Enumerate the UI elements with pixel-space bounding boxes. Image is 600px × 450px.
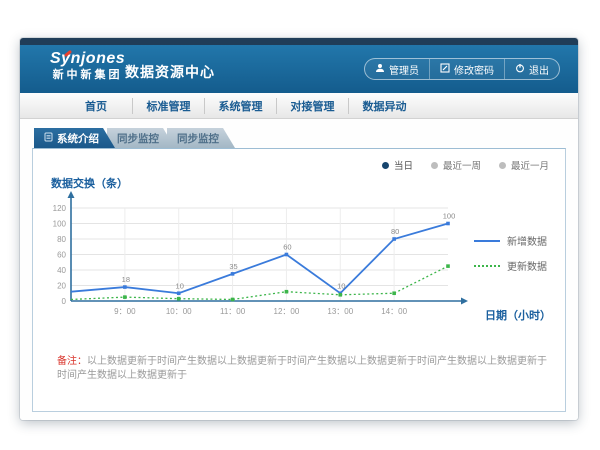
legend-line-sample — [474, 240, 500, 242]
line-chart: 0 20 40 60 80 100 120 9：00 10：00 11：00 12：00 13：00 1… — [41, 191, 491, 331]
svg-text:120: 120 — [53, 204, 67, 213]
radio-dot — [499, 162, 506, 169]
window-top-strip — [20, 38, 578, 45]
svg-text:100: 100 — [443, 212, 456, 221]
radio-dot — [382, 162, 389, 169]
range-filter-group: 当日 最近一周 最近一月 — [382, 158, 549, 172]
app-window: Synjones 新中新集团 数据资源中心 管理员修改密码退出 首页标准管理系统… — [20, 38, 578, 420]
svg-text:60: 60 — [57, 251, 66, 260]
footnote-text: 以上数据更新于时间产生数据以上数据更新于时间产生数据以上数据更新于时间产生数据以… — [57, 356, 547, 381]
logo-text-cn: 新中新集团 — [50, 69, 125, 81]
edit-icon — [440, 63, 450, 76]
svg-text:80: 80 — [57, 235, 66, 244]
svg-text:60: 60 — [283, 243, 291, 252]
user-button[interactable]: 管理员 — [365, 59, 429, 79]
chart-panel: 当日 最近一周 最近一月 数据交换（条） 0 20 40 60 80 100 120 9：00 10… — [32, 148, 566, 412]
radio-最近一周[interactable]: 最近一周 — [431, 158, 481, 172]
nav-item-首页[interactable]: 首页 — [60, 98, 132, 114]
svg-text:9：00: 9：00 — [114, 307, 136, 316]
nav-item-数据异动[interactable]: 数据异动 — [348, 98, 420, 114]
nav-item-对接管理[interactable]: 对接管理 — [276, 98, 348, 114]
svg-text:10：00: 10：00 — [166, 307, 192, 316]
tab-系统介绍-0[interactable]: 系统介绍 — [34, 128, 115, 148]
tab-同步监控-1[interactable]: 同步监控 — [107, 128, 175, 148]
document-icon — [44, 132, 53, 145]
tab-同步监控-2[interactable]: 同步监控 — [167, 128, 235, 148]
svg-text:20: 20 — [57, 282, 66, 291]
svg-text:10: 10 — [176, 281, 184, 290]
svg-text:10: 10 — [337, 281, 345, 290]
legend-item-新增数据: 新增数据 — [474, 233, 547, 248]
svg-text:11：00: 11：00 — [220, 307, 246, 316]
radio-最近一月[interactable]: 最近一月 — [499, 158, 549, 172]
svg-text:100: 100 — [53, 220, 67, 229]
svg-text:40: 40 — [57, 266, 66, 275]
chart-canvas: 0 20 40 60 80 100 120 9：00 10：00 11：00 12：00 13：00 1… — [41, 191, 491, 326]
company-logo: Synjones 新中新集团 — [50, 50, 125, 81]
legend-line-sample — [474, 265, 500, 267]
page-title: 数据资源中心 — [125, 62, 215, 82]
logout-button[interactable]: 退出 — [504, 59, 559, 79]
user-menu: 管理员修改密码退出 — [364, 58, 560, 80]
power-icon — [515, 63, 525, 76]
change-password-button[interactable]: 修改密码 — [429, 59, 504, 79]
content-area: 系统介绍同步监控同步监控 当日最近一周最近一月 数据交换（条） 02040608… — [20, 119, 578, 420]
footnote-label: 备注： — [57, 356, 87, 367]
nav-item-标准管理[interactable]: 标准管理 — [132, 98, 204, 114]
radio-dot — [431, 162, 438, 169]
x-axis-title: 日期（小时） — [485, 307, 551, 323]
svg-text:18: 18 — [122, 275, 130, 284]
svg-text:80: 80 — [391, 227, 399, 236]
svg-text:0: 0 — [62, 297, 67, 306]
footnote: 备注：以上数据更新于时间产生数据以上数据更新于时间产生数据以上数据更新于时间产生… — [57, 355, 547, 383]
svg-text:12：00: 12：00 — [274, 307, 300, 316]
chart-legend: 新增数据更新数据 — [474, 233, 547, 283]
app-header: Synjones 新中新集团 数据资源中心 管理员修改密码退出 — [20, 45, 578, 93]
svg-text:35: 35 — [229, 262, 237, 271]
tab-bar: 系统介绍同步监控同步监控 — [34, 128, 227, 148]
nav-item-系统管理[interactable]: 系统管理 — [204, 98, 276, 114]
logo-text-en: Synjones — [50, 50, 125, 68]
svg-text:14：00: 14：00 — [381, 307, 407, 316]
main-nav: 首页标准管理系统管理对接管理数据异动 — [20, 93, 578, 119]
y-axis-title: 数据交换（条） — [51, 175, 128, 191]
legend-item-更新数据: 更新数据 — [474, 258, 547, 273]
svg-text:13：00: 13：00 — [327, 307, 353, 316]
radio-当日[interactable]: 当日 — [382, 158, 413, 172]
user-icon — [375, 63, 385, 76]
